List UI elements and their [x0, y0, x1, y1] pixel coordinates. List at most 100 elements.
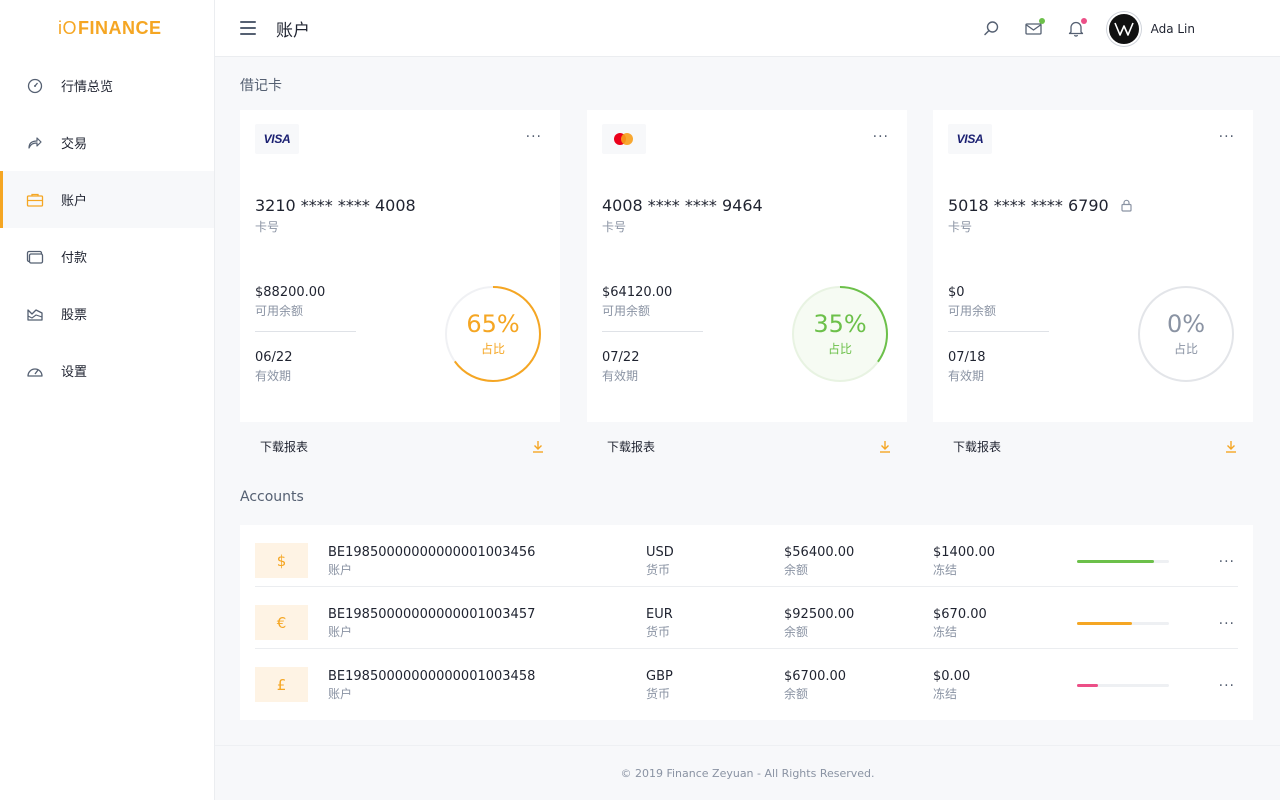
- card-brand: VISA: [263, 132, 291, 146]
- table-row[interactable]: £ BE19850000000000001003458 账户 GBP 货币 $6…: [240, 649, 1253, 711]
- sidebar-item-trade[interactable]: 交易: [0, 114, 214, 171]
- table-row[interactable]: € BE19850000000000001003457 账户 EUR 货币 $9…: [240, 587, 1253, 649]
- account-frozen-label: 冻结: [933, 625, 958, 639]
- page-title: 账户: [276, 20, 310, 41]
- download-report-label: 下载报表: [607, 439, 656, 454]
- card-number-label: 卡号: [948, 220, 973, 234]
- card-number-label: 卡号: [255, 220, 280, 234]
- more-options-icon[interactable]: ···: [1219, 555, 1235, 569]
- frozen-cell: $0.00 冻结: [933, 669, 970, 702]
- card-balance: $88200.00: [255, 285, 326, 300]
- more-options-icon[interactable]: ···: [1219, 679, 1235, 693]
- sidebar-item-account[interactable]: 账户: [0, 171, 214, 228]
- settings-gauge-icon: [26, 362, 44, 380]
- visa-logo: VISA: [255, 124, 299, 154]
- more-options-icon[interactable]: ···: [526, 130, 542, 144]
- card-number-value: 4008 **** **** 9464: [602, 196, 763, 215]
- card-expiry-label: 有效期: [602, 369, 639, 383]
- card-expiry-label: 有效期: [255, 369, 292, 383]
- account-frozen-label: 冻结: [933, 687, 958, 701]
- download-icon[interactable]: [878, 439, 892, 453]
- currency-cell: EUR 货币: [646, 607, 673, 640]
- account-cell: BE19850000000000001003457 账户: [328, 607, 535, 640]
- account-iban: BE19850000000000001003457: [328, 607, 536, 622]
- accounts-list: $ BE19850000000000001003456 账户 USD 货币 $5…: [240, 525, 1253, 720]
- top-header: 账户 Ada Lin: [215, 0, 1280, 57]
- download-icon[interactable]: [531, 439, 545, 453]
- account-iban: BE19850000000000001003458: [328, 669, 536, 684]
- account-currency-label: 货币: [646, 687, 671, 701]
- account-balance: $6700.00: [784, 669, 847, 684]
- account-balance-label: 余额: [784, 687, 809, 701]
- card-balance-label: 可用余额: [948, 304, 997, 318]
- more-options-icon[interactable]: ···: [873, 130, 889, 144]
- sidebar-item-payment[interactable]: 付款: [0, 228, 214, 285]
- share-arrow-icon: [26, 134, 44, 152]
- progress-fill: [1077, 684, 1099, 687]
- sidebar-item-label: 设置: [61, 365, 88, 380]
- account-cell: BE19850000000000001003456 账户: [328, 545, 535, 578]
- card-number-value: 5018 **** **** 6790: [948, 196, 1109, 215]
- table-row[interactable]: $ BE19850000000000001003456 账户 USD 货币 $5…: [240, 525, 1253, 587]
- account-frozen: $1400.00: [933, 545, 996, 560]
- download-report-row[interactable]: 下载报表: [933, 422, 1253, 470]
- download-report-label: 下载报表: [260, 439, 309, 454]
- account-iban-label: 账户: [328, 625, 353, 639]
- logo-name: FINANCE: [78, 18, 162, 38]
- account-balance-label: 余额: [784, 563, 809, 577]
- app-logo[interactable]: iO FINANCE: [0, 0, 214, 57]
- menu-line: [240, 33, 256, 35]
- card-number-value: 3210 **** **** 4008: [255, 196, 416, 215]
- debit-cards-title: 借记卡: [240, 78, 282, 94]
- account-currency: EUR: [646, 607, 673, 622]
- copyright-text: © 2019 Finance Zeyuan - All Rights Reser…: [620, 766, 875, 780]
- balance-cell: $6700.00 余额: [784, 669, 846, 702]
- download-report-row[interactable]: 下载报表: [587, 422, 907, 470]
- lock-icon: [1121, 199, 1132, 212]
- card-expiry-label: 有效期: [948, 369, 985, 383]
- sidebar: iO FINANCE 行情总览 交易 账户 付款 股票 设置: [0, 0, 215, 800]
- divider: [255, 331, 356, 332]
- sidebar-item-stocks[interactable]: 股票: [0, 285, 214, 342]
- more-options-icon[interactable]: ···: [1219, 617, 1235, 631]
- more-options-icon[interactable]: ···: [1219, 130, 1235, 144]
- share-ring: 65% 占比: [443, 284, 543, 384]
- header-actions: Ada Lin: [959, 0, 1195, 57]
- debit-card: VISA ··· 5018 **** **** 6790 卡号 $0 可用余额 …: [933, 110, 1253, 470]
- sidebar-item-settings[interactable]: 设置: [0, 342, 214, 399]
- card-balance: $0: [948, 285, 965, 300]
- chart-area-icon: [26, 305, 44, 323]
- download-report-row[interactable]: 下载报表: [240, 422, 560, 470]
- account-currency-label: 货币: [646, 625, 671, 639]
- sidebar-item-label: 账户: [61, 194, 88, 209]
- account-iban-label: 账户: [328, 563, 353, 577]
- share-ring: 0% 占比: [1136, 284, 1236, 384]
- avatar[interactable]: [1106, 11, 1141, 46]
- card-number: 3210 **** **** 4008: [255, 196, 416, 215]
- accounts-title: Accounts: [240, 489, 304, 505]
- sidebar-item-label: 股票: [61, 308, 88, 323]
- menu-toggle-button[interactable]: [240, 21, 256, 35]
- mail-icon[interactable]: [1025, 17, 1045, 38]
- download-icon[interactable]: [1224, 439, 1238, 453]
- card-number: 5018 **** **** 6790: [948, 196, 1132, 215]
- account-frozen: $670.00: [933, 607, 987, 622]
- account-iban: BE19850000000000001003456: [328, 545, 536, 560]
- share-label: 占比: [480, 342, 505, 356]
- progress-fill: [1077, 622, 1133, 625]
- menu-line: [240, 27, 256, 29]
- currency-cell: USD 货币: [646, 545, 674, 578]
- bell-icon[interactable]: [1067, 17, 1087, 38]
- currency-symbol-badge: €: [255, 605, 308, 640]
- dashboard-gauge-icon: [26, 77, 44, 95]
- notification-dot: [1080, 17, 1087, 24]
- account-progress-bar: [1077, 560, 1169, 563]
- account-balance: $56400.00: [784, 545, 855, 560]
- search-icon[interactable]: [983, 20, 1001, 38]
- mastercard-icon: [614, 133, 634, 145]
- debit-card: ··· 4008 **** **** 9464 卡号 $64120.00 可用余…: [587, 110, 907, 470]
- sidebar-item-overview[interactable]: 行情总览: [0, 57, 214, 114]
- card-balance-label: 可用余额: [255, 304, 304, 318]
- debit-card: VISA ··· 3210 **** **** 4008 卡号 $88200.0…: [240, 110, 560, 470]
- user-name[interactable]: Ada Lin: [1151, 22, 1195, 36]
